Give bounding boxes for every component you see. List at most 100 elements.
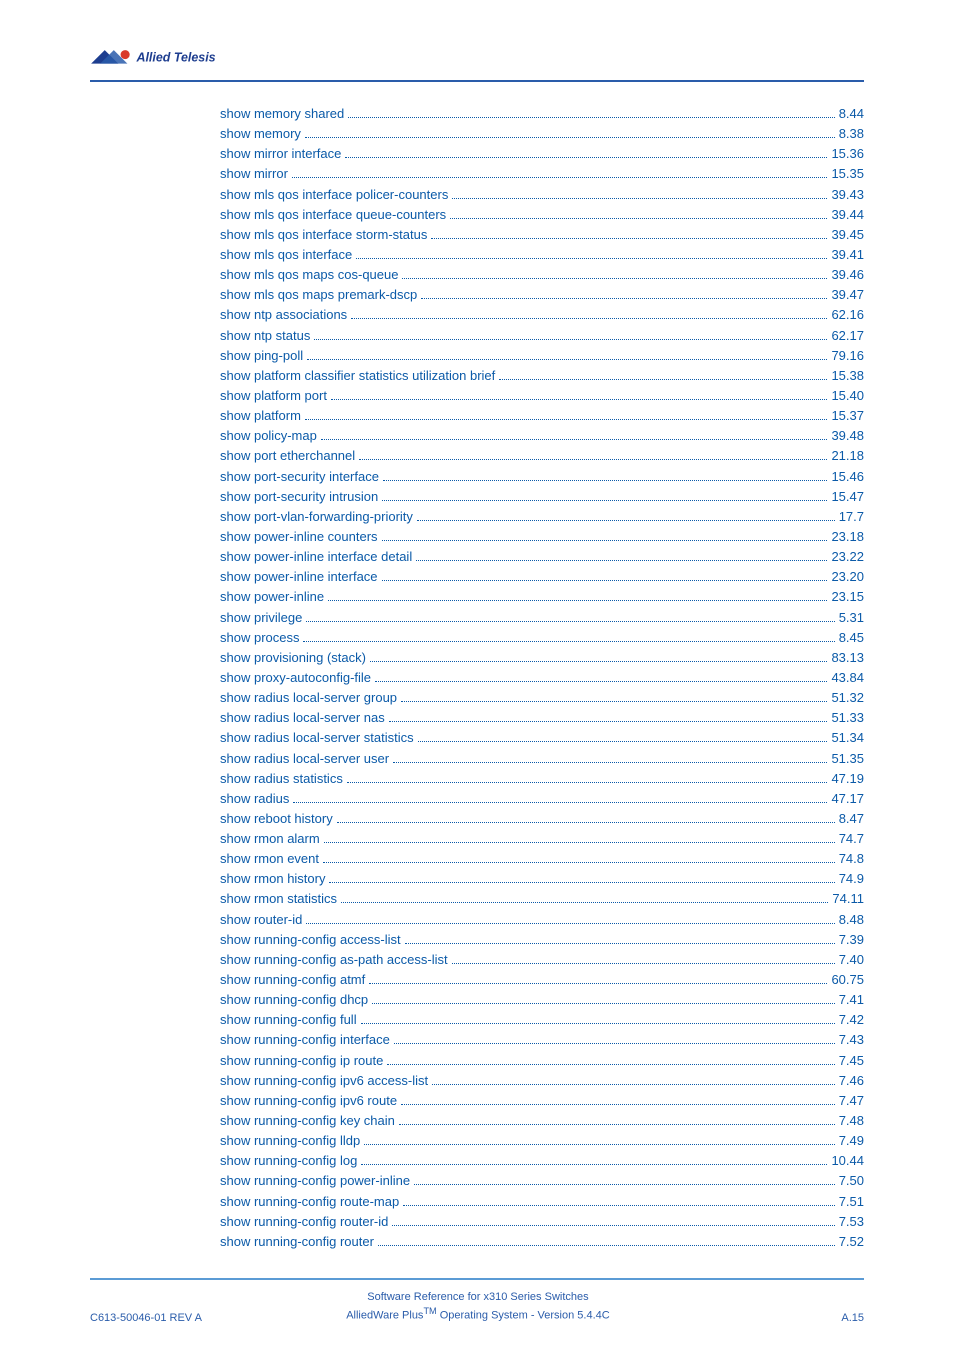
toc-entry-label[interactable]: show running-config route-map: [220, 1192, 399, 1212]
toc-entry-page[interactable]: 7.45: [839, 1051, 864, 1071]
toc-entry-label[interactable]: show port-security interface: [220, 467, 379, 487]
toc-entry-label[interactable]: show mls qos maps premark-dscp: [220, 285, 417, 305]
toc-entry-label[interactable]: show radius: [220, 789, 289, 809]
toc-entry-page[interactable]: 7.51: [839, 1192, 864, 1212]
toc-entry-page[interactable]: 7.47: [839, 1091, 864, 1111]
toc-entry-page[interactable]: 74.8: [839, 849, 864, 869]
toc-entry-label[interactable]: show running-config lldp: [220, 1131, 360, 1151]
toc-entry-page[interactable]: 39.47: [831, 285, 864, 305]
toc-entry-page[interactable]: 47.19: [831, 769, 864, 789]
toc-entry-label[interactable]: show rmon statistics: [220, 889, 337, 909]
toc-entry-page[interactable]: 7.52: [839, 1232, 864, 1252]
toc-entry-page[interactable]: 51.34: [831, 728, 864, 748]
toc-entry-page[interactable]: 23.18: [831, 527, 864, 547]
toc-entry-label[interactable]: show platform classifier statistics util…: [220, 366, 495, 386]
toc-entry-page[interactable]: 79.16: [831, 346, 864, 366]
toc-entry-page[interactable]: 8.44: [839, 104, 864, 124]
toc-entry-page[interactable]: 8.47: [839, 809, 864, 829]
toc-entry-label[interactable]: show mls qos interface: [220, 245, 352, 265]
toc-entry-label[interactable]: show radius local-server group: [220, 688, 397, 708]
toc-entry-page[interactable]: 10.44: [831, 1151, 864, 1171]
toc-entry-label[interactable]: show ntp status: [220, 326, 310, 346]
toc-entry-page[interactable]: 15.40: [831, 386, 864, 406]
toc-entry-page[interactable]: 39.43: [831, 185, 864, 205]
toc-entry-label[interactable]: show process: [220, 628, 299, 648]
toc-entry-label[interactable]: show running-config full: [220, 1010, 357, 1030]
toc-entry-page[interactable]: 21.18: [831, 446, 864, 466]
toc-entry-page[interactable]: 43.84: [831, 668, 864, 688]
toc-entry-page[interactable]: 15.46: [831, 467, 864, 487]
toc-entry-label[interactable]: show mls qos interface policer-counters: [220, 185, 448, 205]
toc-entry-page[interactable]: 39.41: [831, 245, 864, 265]
toc-entry-page[interactable]: 5.31: [839, 608, 864, 628]
toc-entry-page[interactable]: 83.13: [831, 648, 864, 668]
toc-entry-label[interactable]: show running-config log: [220, 1151, 357, 1171]
toc-entry-page[interactable]: 51.33: [831, 708, 864, 728]
toc-entry-label[interactable]: show platform: [220, 406, 301, 426]
toc-entry-label[interactable]: show reboot history: [220, 809, 333, 829]
toc-entry-page[interactable]: 74.11: [832, 889, 864, 909]
toc-entry-label[interactable]: show provisioning (stack): [220, 648, 366, 668]
toc-entry-label[interactable]: show mirror interface: [220, 144, 341, 164]
toc-entry-page[interactable]: 39.45: [831, 225, 864, 245]
toc-entry-label[interactable]: show radius local-server user: [220, 749, 389, 769]
toc-entry-page[interactable]: 7.46: [839, 1071, 864, 1091]
toc-entry-page[interactable]: 51.35: [831, 749, 864, 769]
toc-entry-page[interactable]: 7.49: [839, 1131, 864, 1151]
toc-entry-label[interactable]: show mirror: [220, 164, 288, 184]
toc-entry-page[interactable]: 74.9: [839, 869, 864, 889]
toc-entry-label[interactable]: show power-inline interface: [220, 567, 378, 587]
toc-entry-label[interactable]: show radius local-server statistics: [220, 728, 414, 748]
toc-entry-label[interactable]: show router-id: [220, 910, 302, 930]
toc-entry-label[interactable]: show running-config interface: [220, 1030, 390, 1050]
toc-entry-page[interactable]: 15.35: [831, 164, 864, 184]
toc-entry-page[interactable]: 17.7: [839, 507, 864, 527]
toc-entry-label[interactable]: show power-inline: [220, 587, 324, 607]
toc-entry-page[interactable]: 8.48: [839, 910, 864, 930]
toc-entry-label[interactable]: show memory: [220, 124, 301, 144]
toc-entry-label[interactable]: show running-config key chain: [220, 1111, 395, 1131]
toc-entry-label[interactable]: show port-security intrusion: [220, 487, 378, 507]
toc-entry-label[interactable]: show mls qos interface storm-status: [220, 225, 427, 245]
toc-entry-label[interactable]: show running-config access-list: [220, 930, 401, 950]
toc-entry-page[interactable]: 15.37: [831, 406, 864, 426]
toc-entry-label[interactable]: show running-config as-path access-list: [220, 950, 448, 970]
toc-entry-label[interactable]: show mls qos maps cos-queue: [220, 265, 398, 285]
toc-entry-label[interactable]: show rmon alarm: [220, 829, 320, 849]
toc-entry-label[interactable]: show power-inline interface detail: [220, 547, 412, 567]
toc-entry-page[interactable]: 39.44: [831, 205, 864, 225]
toc-entry-label[interactable]: show running-config ipv6 route: [220, 1091, 397, 1111]
toc-entry-page[interactable]: 7.43: [839, 1030, 864, 1050]
toc-entry-label[interactable]: show running-config router-id: [220, 1212, 388, 1232]
toc-entry-page[interactable]: 39.46: [831, 265, 864, 285]
toc-entry-label[interactable]: show proxy-autoconfig-file: [220, 668, 371, 688]
toc-entry-label[interactable]: show radius local-server nas: [220, 708, 385, 728]
toc-entry-page[interactable]: 39.48: [831, 426, 864, 446]
toc-entry-page[interactable]: 7.42: [839, 1010, 864, 1030]
toc-entry-page[interactable]: 8.38: [839, 124, 864, 144]
toc-entry-label[interactable]: show running-config dhcp: [220, 990, 368, 1010]
toc-entry-label[interactable]: show port etherchannel: [220, 446, 355, 466]
toc-entry-label[interactable]: show platform port: [220, 386, 327, 406]
toc-entry-page[interactable]: 51.32: [831, 688, 864, 708]
toc-entry-label[interactable]: show power-inline counters: [220, 527, 378, 547]
toc-entry-page[interactable]: 7.53: [839, 1212, 864, 1232]
toc-entry-label[interactable]: show memory shared: [220, 104, 344, 124]
toc-entry-page[interactable]: 23.20: [831, 567, 864, 587]
toc-entry-page[interactable]: 74.7: [839, 829, 864, 849]
toc-entry-label[interactable]: show running-config power-inline: [220, 1171, 410, 1191]
toc-entry-page[interactable]: 7.50: [839, 1171, 864, 1191]
toc-entry-page[interactable]: 15.38: [831, 366, 864, 386]
toc-entry-page[interactable]: 47.17: [831, 789, 864, 809]
toc-entry-page[interactable]: 23.15: [831, 587, 864, 607]
toc-entry-label[interactable]: show running-config ip route: [220, 1051, 383, 1071]
toc-entry-label[interactable]: show ntp associations: [220, 305, 347, 325]
toc-entry-page[interactable]: 7.41: [839, 990, 864, 1010]
toc-entry-label[interactable]: show mls qos interface queue-counters: [220, 205, 446, 225]
toc-entry-page[interactable]: 7.40: [839, 950, 864, 970]
toc-entry-label[interactable]: show radius statistics: [220, 769, 343, 789]
toc-entry-label[interactable]: show rmon history: [220, 869, 325, 889]
toc-entry-page[interactable]: 7.39: [839, 930, 864, 950]
toc-entry-page[interactable]: 15.47: [831, 487, 864, 507]
toc-entry-label[interactable]: show running-config router: [220, 1232, 374, 1252]
